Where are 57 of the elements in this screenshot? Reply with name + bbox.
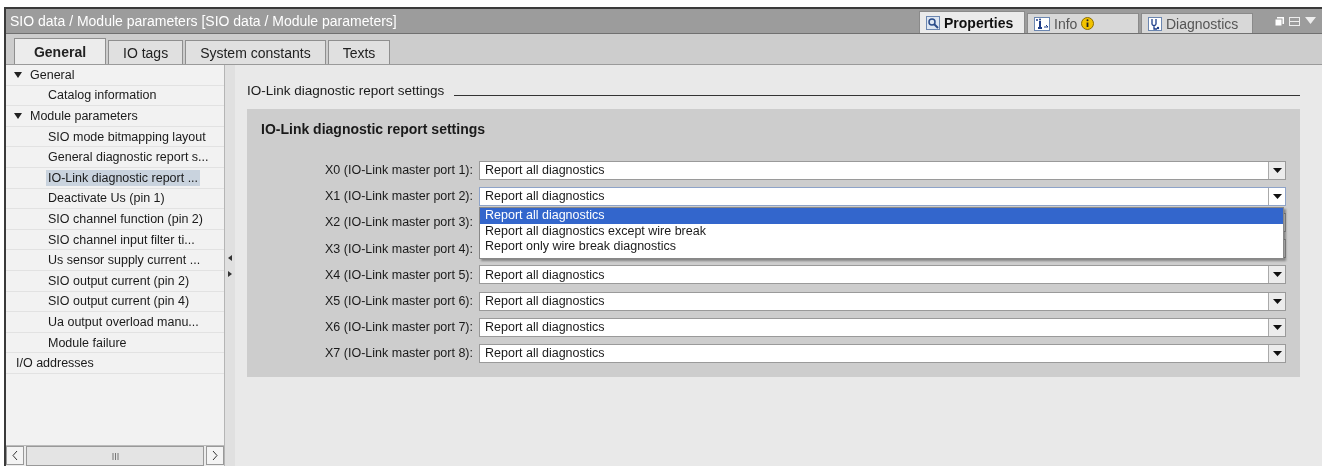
tab[interactable]: IO tags: [108, 40, 184, 64]
horizontal-scrollbar[interactable]: [6, 445, 224, 466]
field-label: X7 (IO-Link master port 8):: [324, 346, 474, 361]
magnifier-icon: [926, 15, 940, 30]
expander-icon[interactable]: [14, 112, 22, 120]
tab[interactable]: Texts: [327, 40, 391, 64]
tree-item[interactable]: Module parameters: [28, 108, 140, 124]
section-title: IO-Link diagnostic report settings: [247, 82, 445, 98]
dropdown-field[interactable]: Report all diagnostics: [479, 265, 1286, 285]
tree-item[interactable]: Ua output overload manu...: [46, 313, 201, 330]
tree-item[interactable]: SIO channel function (pin 2): [46, 210, 205, 227]
grip-icon[interactable]: [111, 452, 119, 460]
info-badge-icon: [1081, 17, 1095, 30]
float-window-icon[interactable]: [1275, 16, 1284, 26]
tab[interactable]: General: [14, 38, 106, 64]
stethoscope-icon: [1148, 16, 1162, 31]
group-title: IO-Link diagnostic report settings: [261, 120, 487, 139]
caret-icon: [1272, 298, 1282, 304]
tab[interactable]: System constants: [185, 40, 326, 64]
field-label: X1 (IO-Link master port 2):: [324, 189, 474, 204]
window-title: SIO data / Module parameters [SIO data / Module parameters]: [10, 13, 397, 29]
caret-icon: [1272, 193, 1282, 199]
dropdown-field[interactable]: Report all diagnostics: [479, 186, 1286, 206]
dropdown-option[interactable]: Report only wire break diagnostics: [480, 239, 1283, 255]
field-label: X4 (IO-Link master port 5):: [324, 267, 474, 282]
tree-item[interactable]: General diagnostic report s...: [46, 149, 211, 166]
dropdown-option[interactable]: Report all diagnostics: [480, 208, 1283, 224]
inspector-tab[interactable]: Properties: [919, 11, 1025, 33]
tree-item[interactable]: I/O addresses: [14, 355, 96, 372]
field-label: X2 (IO-Link master port 3):: [324, 215, 474, 230]
field-label: X5 (IO-Link master port 6):: [324, 294, 474, 309]
caret-icon: [1272, 167, 1282, 173]
tree-item[interactable]: SIO output current (pin 4): [46, 293, 192, 310]
dropdown-field[interactable]: Report all diagnostics: [479, 343, 1286, 363]
tree-item[interactable]: Us sensor supply current ...: [46, 252, 203, 269]
field-label: X0 (IO-Link master port 1):: [324, 163, 474, 178]
tree-item[interactable]: IO-Link diagnostic report ...: [46, 169, 201, 186]
field-label: X6 (IO-Link master port 7):: [324, 320, 474, 335]
tree-item[interactable]: Deactivate Us (pin 1): [46, 190, 167, 207]
caret-icon: [1272, 272, 1282, 278]
collapse-left-icon[interactable]: [228, 254, 232, 261]
tree-item[interactable]: SIO output current (pin 2): [46, 272, 192, 289]
tree-item[interactable]: SIO mode bitmapping layout: [46, 128, 208, 145]
dropdown-field[interactable]: Report all diagnostics: [479, 291, 1286, 311]
tree-item[interactable]: SIO channel input filter ti...: [46, 231, 197, 248]
dropdown-field[interactable]: Report all diagnostics: [479, 160, 1286, 180]
field-label: X3 (IO-Link master port 4):: [324, 241, 474, 256]
dropdown-field[interactable]: Report all diagnostics: [479, 317, 1286, 337]
caret-icon: [1272, 324, 1282, 330]
tree-item[interactable]: Module failure: [46, 334, 129, 351]
caret-icon: [1272, 350, 1282, 356]
expander-icon[interactable]: [14, 70, 22, 79]
inspector-tab[interactable]: Diagnostics: [1141, 13, 1253, 33]
tree-item[interactable]: Catalog information: [46, 87, 159, 104]
inspector-tab[interactable]: Info: [1027, 13, 1139, 33]
tree-item[interactable]: General: [28, 66, 77, 83]
expand-right-icon[interactable]: [228, 270, 232, 277]
